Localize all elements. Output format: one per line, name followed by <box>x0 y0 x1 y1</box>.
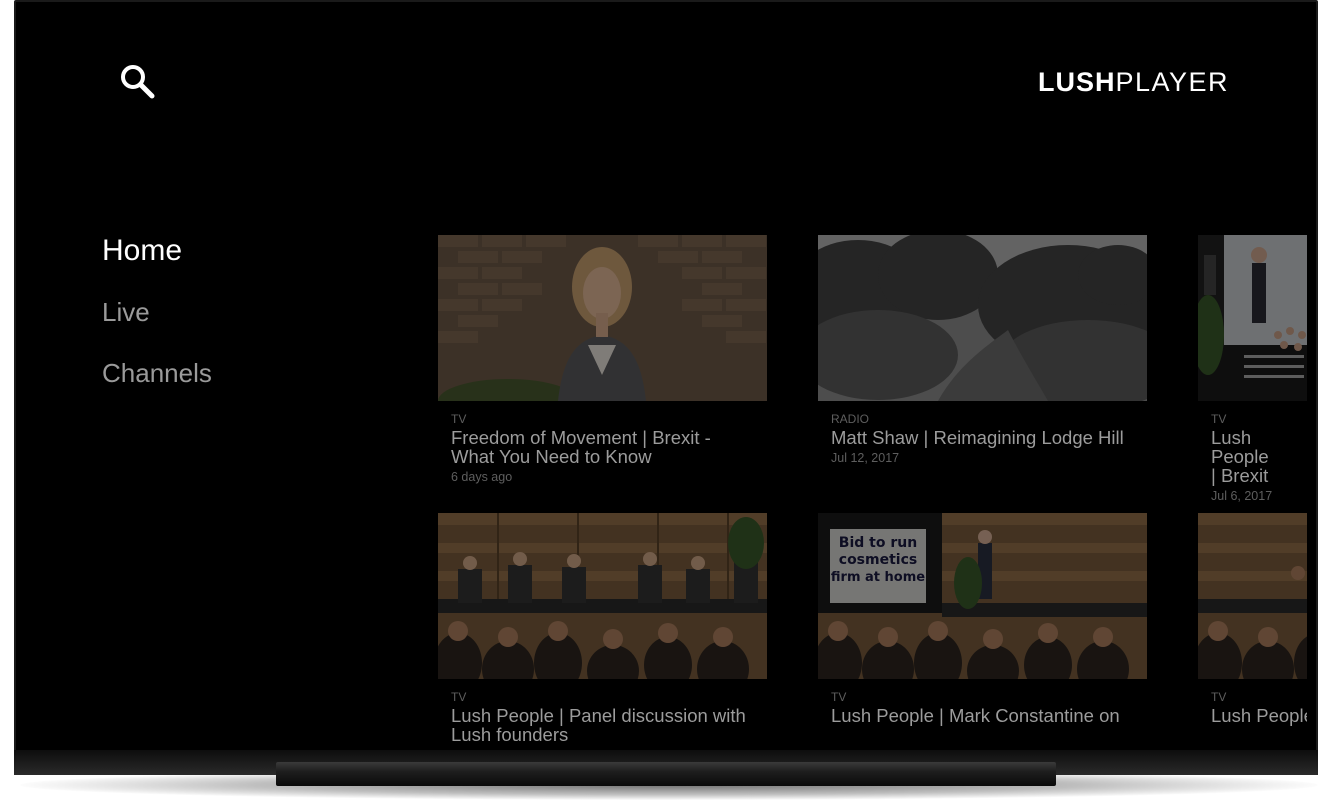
card-title: Lush People | Brexit <box>1211 427 1269 486</box>
content-card-lush-people-brexit[interactable]: TV Lush People | Brexit Jul 6, 2017 <box>1198 235 1307 505</box>
card-category: TV <box>831 690 847 704</box>
tv-screen: LUSHPLAYER Home Live Channels TV Freedom… <box>16 2 1316 750</box>
tv-stand <box>276 762 1056 786</box>
nav-item-home[interactable]: Home <box>102 230 212 291</box>
card-thumbnail <box>438 513 767 679</box>
card-title: Lush People | Mark Constantine on <box>831 705 1120 726</box>
card-date: Jul 12, 2017 <box>831 451 900 465</box>
card-title: Matt Shaw | Reimagining Lodge Hill <box>831 427 1124 448</box>
card-title: Freedom of Movement | Brexit - What You … <box>451 427 711 467</box>
card-thumbnail <box>1198 513 1307 679</box>
card-category: TV <box>451 690 467 704</box>
content-card-lush-people-3[interactable]: TV Lush People | Lush <box>1198 513 1307 725</box>
card-category: TV <box>451 412 467 426</box>
card-thumbnail <box>1198 235 1307 401</box>
card-category: RADIO <box>831 412 870 426</box>
main-nav: Home Live Channels <box>102 230 212 413</box>
content-card-matt-shaw[interactable]: RADIO Matt Shaw | Reimagining Lodge Hill… <box>818 235 1147 467</box>
nav-item-live[interactable]: Live <box>102 291 212 352</box>
card-title: Lush People | Lush <box>1211 705 1307 726</box>
card-title: Lush People | Panel discussion with Lush… <box>451 705 746 745</box>
nav-item-channels[interactable]: Channels <box>102 352 212 413</box>
card-thumbnail <box>438 235 767 401</box>
content-card-panel-discussion[interactable]: TV Lush People | Panel discussion with L… <box>438 513 767 744</box>
card-date: Jul 6, 2017 <box>1211 489 1273 503</box>
content-card-mark-constantine[interactable]: Bid to run cosmetics firm at home TV Lus… <box>818 513 1147 725</box>
card-category: TV <box>1211 412 1227 426</box>
logo-light-text: PLAYER <box>1115 67 1230 97</box>
search-icon[interactable] <box>116 60 160 104</box>
card-thumbnail: Bid to run cosmetics firm at home <box>818 513 1147 679</box>
content-grid: TV Freedom of Movement | Brexit - What Y… <box>438 235 1307 750</box>
logo-bold-text: LUSH <box>1038 67 1116 97</box>
lush-player-logo: LUSHPLAYER <box>1038 66 1229 98</box>
card-thumbnail <box>818 235 1147 401</box>
content-card-freedom-of-movement[interactable]: TV Freedom of Movement | Brexit - What Y… <box>438 235 767 486</box>
search-button[interactable] <box>116 60 160 104</box>
card-date: 6 days ago <box>451 470 513 484</box>
card-category: TV <box>1211 690 1227 704</box>
